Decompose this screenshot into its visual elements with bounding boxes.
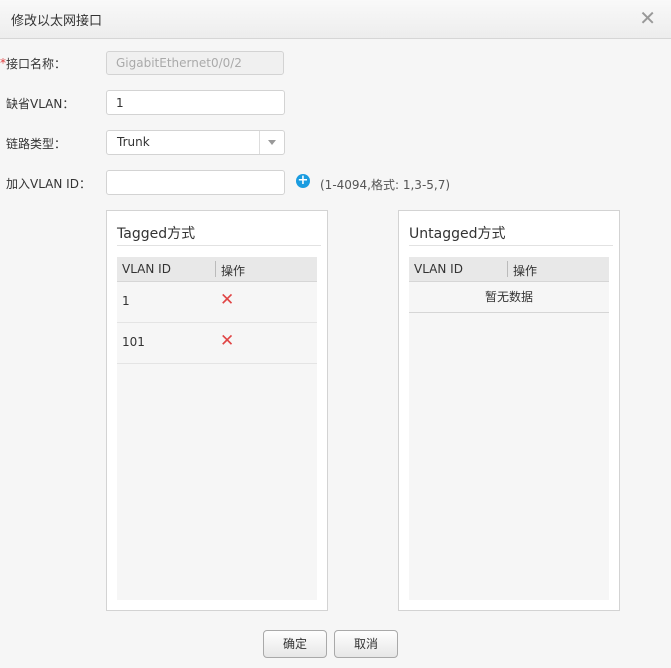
tagged-table: VLAN ID 操作 1 ✕ 101 ✕ [117, 257, 317, 600]
untagged-panel-title: Untagged方式 [409, 226, 506, 242]
delete-icon[interactable]: ✕ [220, 290, 234, 310]
untagged-panel: Untagged方式 VLAN ID 操作 暂无数据 [398, 210, 620, 611]
vlan-id-cell: 1 [122, 294, 130, 308]
default-vlan-input[interactable] [106, 90, 285, 115]
table-header: VLAN ID 操作 [117, 257, 317, 282]
join-vlan-input[interactable] [106, 170, 285, 195]
link-type-select[interactable]: Trunk [106, 130, 285, 155]
divider [117, 245, 321, 246]
table-row: 1 ✕ [117, 282, 317, 323]
column-header-action: 操作 [221, 264, 246, 278]
default-vlan-label: 缺省VLAN： [6, 97, 75, 111]
add-circle-icon[interactable]: + [296, 174, 310, 188]
tagged-panel-title: Tagged方式 [117, 226, 196, 242]
interface-name-label: 接口名称： [6, 57, 67, 71]
dialog-titlebar: 修改以太网接口 ✕ [0, 0, 671, 39]
vlan-id-cell: 101 [122, 335, 145, 349]
table-header: VLAN ID 操作 [409, 257, 609, 282]
join-vlan-label: 加入VLAN ID： [6, 177, 91, 191]
column-divider [507, 261, 508, 277]
empty-state-text: 暂无数据 [409, 282, 609, 313]
vlan-format-hint: (1-4094,格式: 1,3-5,7) [320, 178, 451, 192]
interface-name-field: GigabitEthernet0/0/2 [106, 51, 284, 75]
close-icon[interactable]: ✕ [639, 6, 656, 30]
dialog-title: 修改以太网接口 [11, 14, 103, 29]
cancel-button[interactable]: 取消 [334, 630, 398, 658]
divider [409, 245, 613, 246]
column-header-action: 操作 [513, 264, 538, 278]
column-divider [215, 261, 216, 277]
tagged-panel: Tagged方式 VLAN ID 操作 1 ✕ 101 ✕ [106, 210, 328, 611]
column-header-vlan-id: VLAN ID [122, 262, 171, 276]
column-header-vlan-id: VLAN ID [414, 262, 463, 276]
link-type-value: Trunk [117, 135, 150, 149]
chevron-down-icon[interactable] [259, 131, 284, 154]
delete-icon[interactable]: ✕ [220, 331, 234, 351]
link-type-label: 链路类型： [6, 137, 67, 151]
confirm-button[interactable]: 确定 [263, 630, 327, 658]
untagged-table: VLAN ID 操作 暂无数据 [409, 257, 609, 600]
table-row: 101 ✕ [117, 323, 317, 364]
